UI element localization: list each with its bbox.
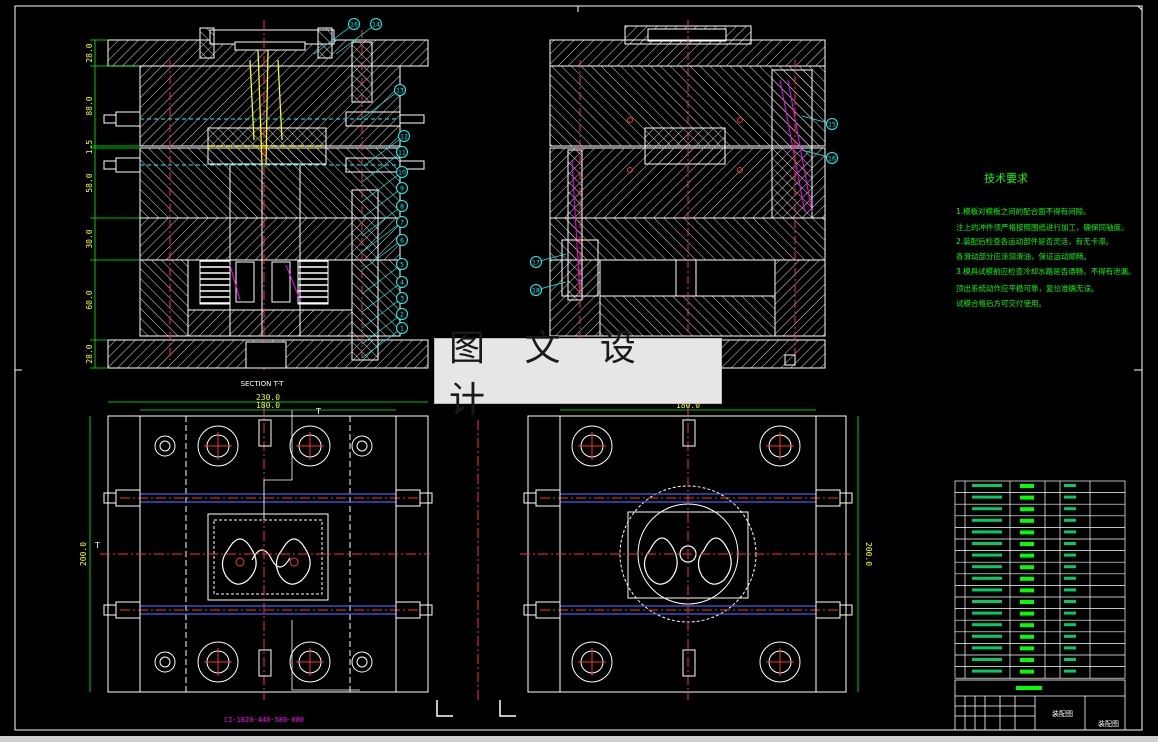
watermark: 图 文 设 计 [434,328,722,421]
section-mark-top: T [315,407,321,416]
callout-number: 4 [400,280,404,287]
callout-number: 13 [396,88,404,95]
plan-view-left: 230.0 180.0 200.0 T T CI-1820-440-580-08… [79,393,433,724]
vdim-label: 1.5 [85,140,94,155]
callout-number: 11 [398,150,406,157]
vdim-label: 58.0 [85,173,94,192]
callout-number: 10 [398,170,406,177]
bom-table [954,480,1126,679]
tech-note: 2.装配后检查各运动部件是否灵活，有无卡滞。 [956,236,1113,246]
cad-viewport[interactable]: 28.0 88.0 1.5 58.0 30.0 60.0 28.0 16 14 13 12 11 10… [0,0,1158,742]
title-block-label: 装配图 [1098,719,1119,728]
callout-number: 5 [400,262,404,269]
tech-title: 技术要求 [984,172,1028,185]
vdim-label: 28.0 [85,43,94,62]
callout-number: 16 [350,22,358,29]
dim-left-side: 200.0 [79,542,88,566]
tech-note: 注上的冲件须严格按照图纸进行加工，确保同轴度。 [956,222,1129,232]
vdim-label: 30.0 [85,229,94,248]
vdim-label: 60.0 [85,290,94,309]
callout-number: 6 [400,238,404,245]
callout-number: 12 [400,134,408,141]
callout-number: 1 [400,326,404,333]
title-block-name: 装配图 [1052,709,1073,718]
tech-note: 1.模板对模板之间的配合面不得有间隙。 [956,206,1091,216]
dim-top-inner: 180.0 [256,401,280,410]
view-corner-marks [436,700,516,717]
plan-view-right: 180.0 200.0 [520,401,873,700]
tech-note: 各滑动部分应涂润滑油，保证运动顺畅。 [956,251,1091,261]
vdim-label: 28.0 [85,344,94,363]
vdim-label: 88.0 [85,96,94,115]
callout-number: 17 [532,260,540,267]
tech-note: 试模合格后方可交付使用。 [956,298,1046,308]
callout-number: 9 [400,186,404,193]
callout-number: 15 [828,122,836,129]
callout-number: 14 [372,22,380,29]
tech-note: 顶出系统动作应平稳可靠，复位准确无误。 [956,283,1099,293]
dim-right-side: 200.0 [864,542,873,566]
front-section-view: 28.088.01.558.030.060.028.0 16 1413121110… [85,18,429,370]
section-mark-left: T [94,541,100,550]
callout-number: 7 [400,220,404,227]
status-strip [0,736,1158,742]
callout-number: 8 [400,204,404,211]
tech-note: 3.模具试模前应检查冷却水路是否通畅，不得有泄漏。 [956,266,1136,276]
callout-number: 2 [400,312,404,319]
callout-number: 16 [828,156,836,163]
section-label: SECTION T-T [241,380,285,388]
side-section-view: 15 16 17 18 [530,20,838,370]
callout-number: 18 [532,288,540,295]
callout-number: 3 [400,296,404,303]
part-number: CI-1820-440-580-080 [224,716,304,724]
technical-requirements: 技术要求 1.模板对模板之间的配合面不得有间隙。注上的冲件须严格按照图纸进行加工… [956,172,1136,308]
